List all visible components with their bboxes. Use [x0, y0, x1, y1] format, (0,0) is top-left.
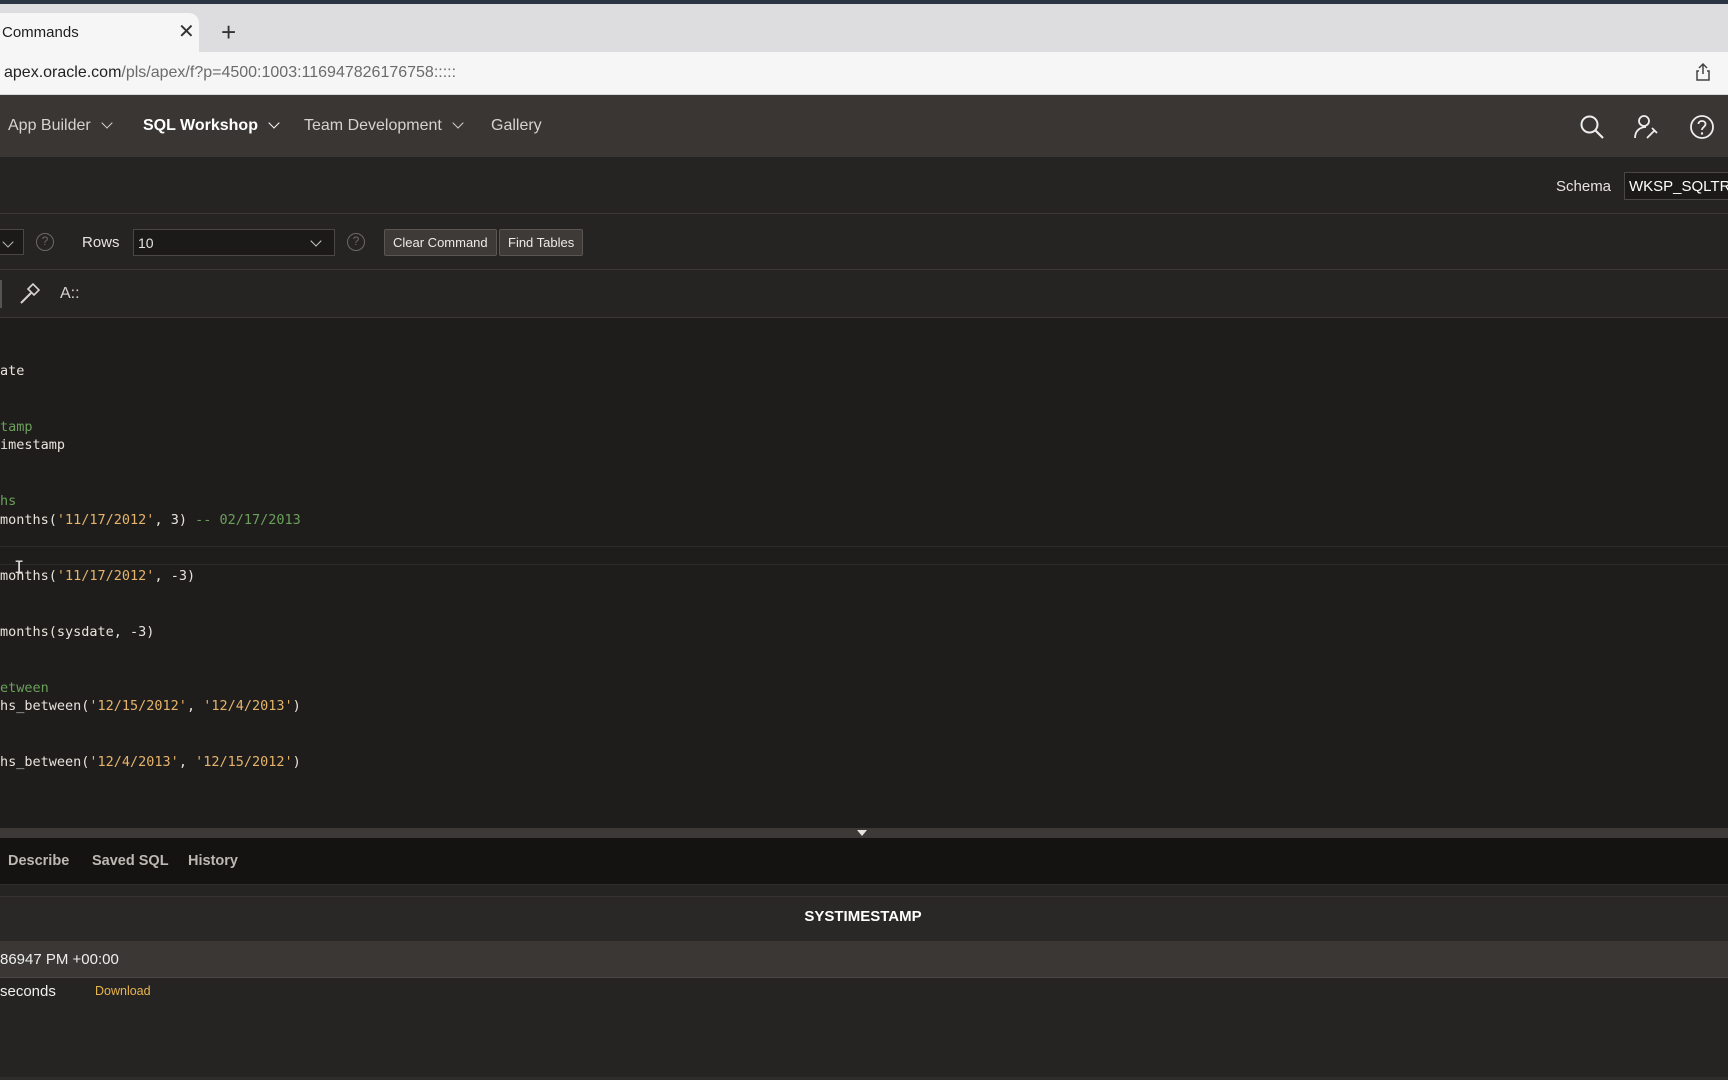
clear-command-button[interactable]: Clear Command	[384, 229, 497, 256]
tab-describe[interactable]: Describe	[8, 853, 69, 869]
language-select[interactable]	[0, 229, 24, 255]
administration-icon[interactable]	[1633, 114, 1659, 145]
code-string: '12/15/2012'	[195, 754, 293, 770]
code-line: hs	[0, 493, 17, 509]
schema-label: Schema	[1556, 178, 1612, 195]
download-link[interactable]: Download	[95, 984, 151, 998]
code-string: '12/15/2012'	[89, 698, 187, 714]
text-cursor-icon: I	[14, 558, 25, 578]
browser-tab-title[interactable]: Commands	[2, 24, 79, 41]
tab-saved-sql[interactable]: Saved SQL	[92, 853, 169, 869]
code-string: '12/4/2013'	[89, 754, 179, 770]
rows-value: 10	[138, 235, 154, 251]
schema-bar	[0, 157, 1728, 214]
code-token: ,	[186, 698, 204, 714]
collapse-arrow-icon[interactable]	[857, 830, 867, 836]
code-token: hs_between(	[0, 698, 90, 714]
active-line-bottom	[0, 564, 1728, 565]
nav-team-development-label: Team Development	[304, 117, 442, 134]
code-line: ate	[0, 363, 25, 379]
chevron-down-icon	[452, 117, 464, 129]
nav-sql-workshop-label: SQL Workshop	[143, 117, 258, 134]
code-comment: -- 02/17/2013	[195, 512, 301, 528]
font-size-icon[interactable]: A::	[60, 285, 80, 303]
code-line: hs_between('12/15/2012', '12/4/2013')	[0, 697, 301, 715]
code-line: etween	[0, 680, 49, 696]
column-header: SYSTIMESTAMP	[804, 908, 922, 925]
code-string: '11/17/2012'	[56, 568, 155, 584]
code-token: months(	[0, 512, 57, 528]
nav-team-development[interactable]: Team Development	[304, 117, 464, 135]
find-tables-button[interactable]: Find Tables	[499, 229, 584, 256]
schema-select[interactable]: WKSP_SQLTRAI	[1624, 172, 1728, 200]
tab-history[interactable]: History	[188, 853, 238, 869]
code-token: , 3)	[154, 512, 196, 528]
table-row	[0, 941, 1728, 978]
editor-toolbar	[0, 270, 1728, 318]
url-path: /pls/apex/f?p=4500:1003:116947826176758:…	[121, 64, 457, 81]
share-icon[interactable]	[1694, 62, 1712, 87]
search-icon[interactable]	[1579, 114, 1605, 145]
results-tab-bar	[0, 838, 1728, 885]
rows-label: Rows	[82, 234, 120, 251]
nav-sql-workshop[interactable]: SQL Workshop	[143, 117, 280, 135]
toolbar-divider	[0, 280, 2, 308]
code-line: tamp	[0, 419, 33, 435]
code-line: months('11/17/2012', -3)	[0, 567, 195, 585]
hammer-icon[interactable]	[18, 282, 41, 310]
browser-tab-bar	[0, 4, 1728, 52]
code-token: , -3)	[154, 568, 196, 584]
code-line: months(sysdate, -3)	[0, 624, 155, 640]
code-line: months('11/17/2012', 3) -- 02/17/2013	[0, 511, 301, 529]
code-string: '11/17/2012'	[56, 512, 155, 528]
nav-app-builder-label: App Builder	[8, 117, 91, 134]
url-host: apex.oracle.com	[4, 64, 122, 81]
code-token: ,	[178, 754, 196, 770]
code-token: months(	[0, 568, 57, 584]
new-tab-icon[interactable]: +	[221, 17, 236, 47]
close-tab-icon[interactable]: ✕	[178, 20, 195, 44]
chevron-down-icon	[268, 117, 280, 129]
code-token: )	[292, 754, 301, 770]
active-line-top	[0, 546, 1728, 547]
nav-gallery[interactable]: Gallery	[491, 117, 542, 135]
table-cell: 86947 PM +00:00	[0, 951, 119, 968]
chevron-down-icon	[101, 117, 113, 129]
nav-gallery-label: Gallery	[491, 117, 542, 134]
code-string: '12/4/2013'	[203, 698, 293, 714]
code-line: hs_between('12/4/2013', '12/15/2012')	[0, 753, 301, 771]
url-text[interactable]: apex.oracle.com/pls/apex/f?p=4500:1003:1…	[4, 64, 456, 82]
elapsed-time: seconds	[0, 983, 56, 1000]
code-line: imestamp	[0, 437, 66, 453]
help-icon[interactable]: ?	[347, 233, 365, 251]
code-token: )	[292, 698, 301, 714]
rows-select[interactable]: 10	[133, 229, 335, 256]
code-token: hs_between(	[0, 754, 90, 770]
chevron-down-icon	[310, 235, 322, 247]
help-icon[interactable]	[1689, 114, 1715, 145]
help-icon[interactable]: ?	[36, 233, 54, 251]
nav-app-builder[interactable]: App Builder	[8, 117, 113, 135]
sql-code-editor[interactable]: ate tamp imestamp hs months('11/17/2012'…	[0, 318, 1728, 828]
chevron-down-icon	[2, 236, 14, 248]
